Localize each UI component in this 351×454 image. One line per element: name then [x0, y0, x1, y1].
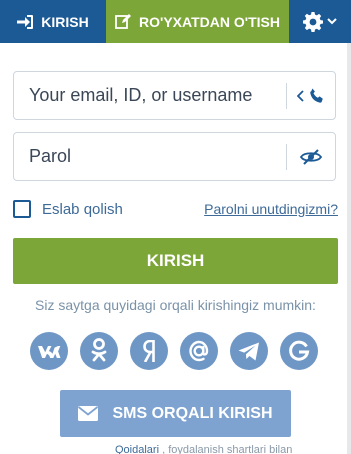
remember-row: Eslab qolish Parolni unutdingizmi?: [13, 198, 338, 220]
mailru-login-button[interactable]: [180, 332, 218, 370]
vk-icon: [37, 344, 61, 359]
phone-icon: [309, 88, 325, 104]
social-login-text: Siz saytga quyidagi orqali kirishingiz m…: [35, 297, 316, 313]
sms-login-button[interactable]: SMS ORQALI KIRISH: [60, 390, 291, 437]
edit-icon: [115, 14, 132, 29]
google-icon: [288, 340, 310, 362]
sign-in-icon: [17, 14, 34, 29]
password-field-wrap: [13, 132, 336, 181]
yandex-icon: [142, 340, 156, 362]
remember-checkbox[interactable]: [13, 200, 31, 218]
forgot-password-link[interactable]: Parolni unutdingizmi?: [204, 201, 338, 217]
gear-icon: [303, 11, 323, 32]
at-sign-icon: [187, 339, 211, 363]
settings-menu[interactable]: [289, 0, 351, 43]
tab-login[interactable]: KIRISH: [0, 0, 106, 43]
odnoklassniki-login-button[interactable]: [80, 332, 118, 370]
auth-tabs: KIRISH RO'YXATDAN O'TISH: [0, 0, 351, 43]
chevron-down-icon: [327, 18, 337, 25]
login-submit-button[interactable]: KIRISH: [13, 238, 338, 284]
toggle-password-visibility[interactable]: [287, 133, 335, 180]
tab-register-label: RO'YXATDAN O'TISH: [139, 13, 280, 30]
yandex-login-button[interactable]: [130, 332, 168, 370]
tab-login-label: KIRISH: [41, 13, 89, 30]
username-input[interactable]: [14, 71, 286, 120]
footer-terms-text: Qoidalari , foydalanish shartlari bilan: [115, 442, 351, 454]
telegram-login-button[interactable]: [230, 332, 268, 370]
username-field-wrap: [13, 71, 336, 120]
envelope-icon: [78, 406, 99, 421]
tab-register[interactable]: RO'YXATDAN O'TISH: [106, 0, 289, 43]
telegram-icon: [238, 342, 260, 361]
terms-text: , foydalanish shartlari bilan: [159, 444, 293, 454]
remember-label[interactable]: Eslab qolish: [42, 201, 123, 218]
social-login-list: [30, 332, 330, 370]
chevron-left-icon: [297, 89, 304, 102]
scroll-edge: [347, 43, 351, 454]
password-input[interactable]: [14, 132, 286, 181]
sms-login-label: SMS ORQALI KIRISH: [112, 404, 273, 422]
google-login-button[interactable]: [280, 332, 318, 370]
switch-to-phone-toggle[interactable]: [287, 72, 335, 119]
odnoklassniki-icon: [90, 338, 108, 364]
vk-login-button[interactable]: [30, 332, 68, 370]
eye-slash-icon: [300, 148, 322, 165]
terms-link[interactable]: Qoidalari: [115, 444, 159, 454]
